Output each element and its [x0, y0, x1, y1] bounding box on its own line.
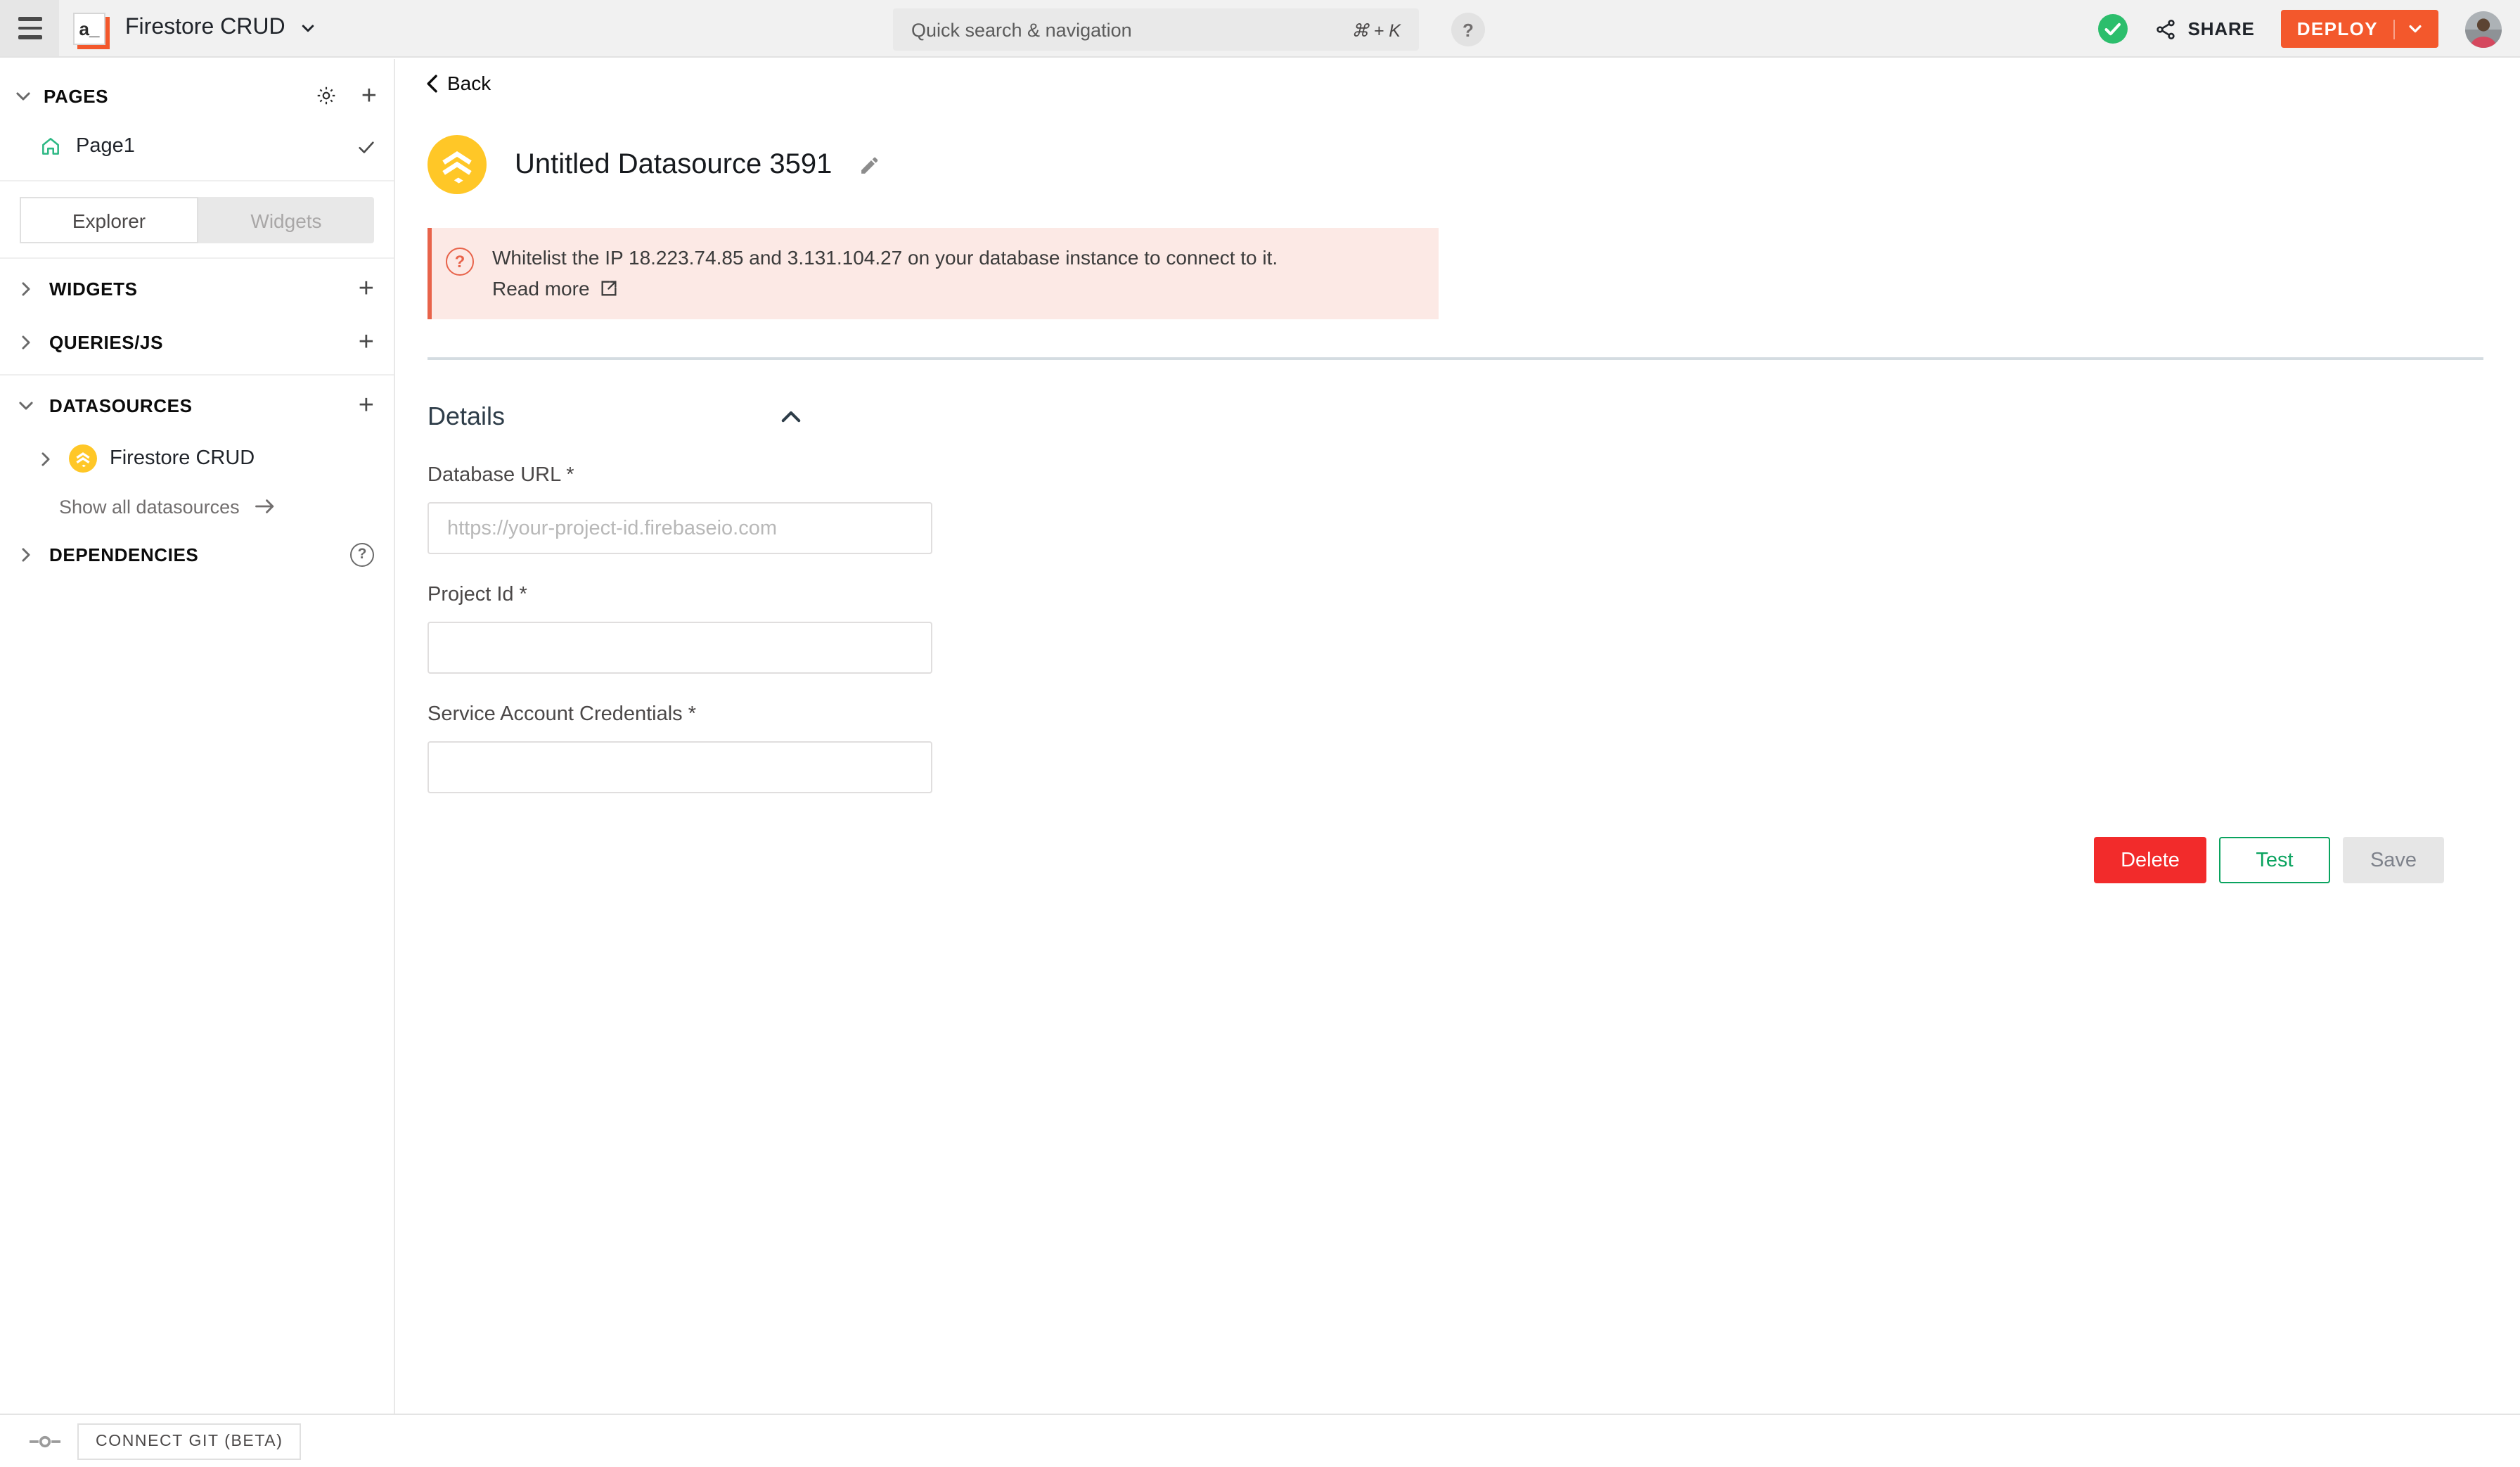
sidebar-item-firestore-crud[interactable]: Firestore CRUD [0, 436, 394, 481]
delete-button[interactable]: Delete [2094, 837, 2206, 883]
read-more-label: Read more [492, 274, 590, 304]
git-commit-icon [30, 1431, 60, 1451]
datasource-header: Untitled Datasource 3591 [428, 135, 881, 194]
top-bar: a_ Firestore CRUD Quick search & navigat… [0, 0, 2520, 58]
share-button[interactable]: SHARE [2154, 18, 2255, 40]
question-circle-icon: ? [446, 248, 474, 276]
datasource-item-label: Firestore CRUD [110, 447, 255, 470]
database-url-input[interactable] [428, 502, 932, 554]
home-icon [39, 135, 62, 158]
chevron-right-icon[interactable] [17, 545, 35, 563]
divider [0, 180, 394, 181]
hamburger-menu-icon[interactable] [0, 0, 59, 56]
pages-header-label: PAGES [44, 85, 108, 106]
add-widget-button[interactable]: + [359, 275, 374, 302]
tab-explorer[interactable]: Explorer [20, 197, 198, 243]
sidebar-section-datasources[interactable]: DATASOURCES + [0, 378, 394, 432]
check-icon [356, 136, 377, 157]
user-avatar[interactable] [2465, 11, 2502, 47]
show-all-label: Show all datasources [59, 496, 240, 517]
app-window: a_ Firestore CRUD Quick search & navigat… [0, 0, 2520, 1467]
tab-widgets[interactable]: Widgets [198, 197, 374, 243]
queries-section-label: QUERIES/JS [49, 331, 163, 352]
whitelist-warning-banner: ? Whitelist the IP 18.223.74.85 and 3.13… [428, 228, 1439, 319]
project-id-field: Project Id * [428, 584, 932, 674]
deploy-caret-icon[interactable] [2408, 21, 2423, 37]
connect-git-button[interactable]: CONNECT GIT (BETA) [77, 1423, 302, 1459]
appsmith-logo: a_ [73, 12, 105, 44]
explorer-sidebar: PAGES + Page1 Explorer Widgets [0, 59, 395, 1414]
add-query-button[interactable]: + [359, 328, 374, 355]
firebase-datasource-icon [428, 135, 487, 194]
chevron-right-icon[interactable] [17, 279, 35, 297]
sidebar-section-widgets[interactable]: WIDGETS + [0, 262, 394, 315]
back-button[interactable]: Back [426, 72, 491, 94]
form-actions: Delete Test Save [2094, 837, 2444, 883]
back-label: Back [447, 72, 491, 94]
save-button[interactable]: Save [2343, 837, 2444, 883]
search-placeholder: Quick search & navigation [911, 19, 1132, 40]
app-title[interactable]: Firestore CRUD [125, 15, 285, 41]
datasource-form: Database URL * Project Id * Service Acco… [428, 464, 932, 793]
banner-message: Whitelist the IP 18.223.74.85 and 3.131.… [492, 243, 1278, 274]
deploy-button[interactable]: DEPLOY [2282, 10, 2438, 48]
datasource-editor: Back Untitled Datasource 3591 ? Whitelis… [397, 59, 2520, 1414]
project-id-label: Project Id * [428, 584, 932, 606]
edit-pencil-icon[interactable] [857, 153, 881, 177]
datasource-title: Untitled Datasource 3591 [515, 148, 832, 181]
chevron-right-icon[interactable] [37, 449, 55, 468]
share-label: SHARE [2188, 18, 2255, 39]
chevron-down-icon[interactable] [17, 396, 35, 414]
arrow-right-icon [255, 498, 276, 515]
show-all-datasources-link[interactable]: Show all datasources [0, 485, 394, 527]
search-input[interactable]: Quick search & navigation ⌘ + K [893, 8, 1419, 51]
project-id-input[interactable] [428, 622, 932, 674]
back-chevron-icon [426, 74, 439, 92]
divider [0, 374, 394, 376]
section-divider [428, 357, 2483, 360]
deploy-success-icon [2098, 14, 2128, 44]
firebase-datasource-icon [69, 444, 97, 473]
page-item-label: Page1 [76, 135, 135, 158]
service-account-credentials-field: Service Account Credentials * [428, 703, 932, 793]
pages-section-header[interactable]: PAGES + [14, 77, 377, 114]
gear-icon[interactable] [315, 84, 338, 107]
help-button[interactable]: ? [1451, 13, 1485, 46]
database-url-field: Database URL * [428, 464, 932, 554]
service-account-credentials-label: Service Account Credentials * [428, 703, 932, 726]
explorer-widgets-switcher: Explorer Widgets [20, 197, 374, 243]
sidebar-section-queries[interactable]: QUERIES/JS + [0, 315, 394, 369]
sidebar-item-page1[interactable]: Page1 [39, 127, 377, 166]
details-section-header[interactable]: Details [428, 399, 802, 433]
deploy-label: DEPLOY [2297, 18, 2378, 39]
chevron-down-icon[interactable] [14, 87, 32, 105]
bottom-bar: CONNECT GIT (BETA) [0, 1414, 2520, 1467]
share-icon [2154, 18, 2177, 40]
chevron-down-icon[interactable] [300, 20, 316, 37]
datasources-section-label: DATASOURCES [49, 395, 193, 416]
database-url-label: Database URL * [428, 464, 932, 487]
topbar-right-cluster: SHARE DEPLOY [2098, 0, 2520, 58]
dependencies-section-label: DEPENDENCIES [49, 544, 198, 565]
chevron-right-icon[interactable] [17, 333, 35, 351]
external-link-icon [600, 279, 619, 299]
sidebar-section-dependencies[interactable]: DEPENDENCIES ? [0, 527, 394, 581]
deploy-divider [2393, 19, 2395, 39]
dependencies-help-icon[interactable]: ? [350, 542, 374, 566]
test-button[interactable]: Test [2219, 837, 2330, 883]
divider [0, 257, 394, 259]
banner-text: Whitelist the IP 18.223.74.85 and 3.131.… [492, 243, 1278, 304]
service-account-credentials-input[interactable] [428, 741, 932, 793]
read-more-link[interactable]: Read more [492, 274, 619, 304]
add-page-button[interactable]: + [361, 82, 377, 109]
widgets-section-label: WIDGETS [49, 278, 138, 299]
details-title: Details [428, 402, 505, 431]
chevron-up-icon[interactable] [780, 409, 802, 423]
add-datasource-button[interactable]: + [359, 392, 374, 418]
search-shortcut: ⌘ + K [1351, 19, 1401, 40]
